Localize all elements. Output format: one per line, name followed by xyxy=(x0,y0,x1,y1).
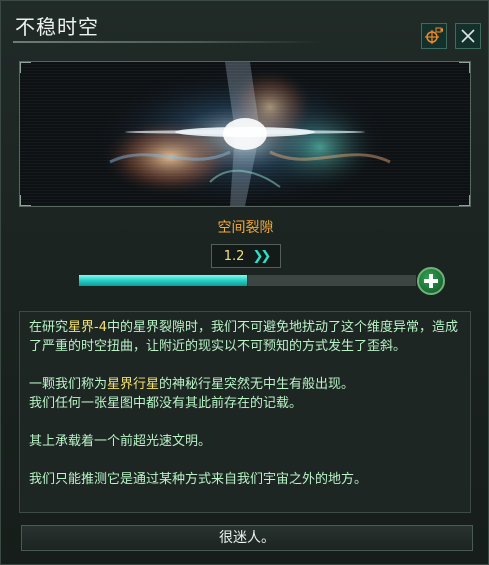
spatial-rift-illustration xyxy=(20,62,470,206)
frame-corner xyxy=(20,195,31,206)
target-camera-icon xyxy=(425,27,443,44)
description-paragraph: 其上承载着一个前超光速文明。 xyxy=(29,434,212,449)
double-chevron-right-icon: ❯❯ xyxy=(252,248,271,264)
level-indicator: 1.2 ❯❯ xyxy=(211,244,281,268)
event-name: 空间裂隙 xyxy=(217,220,274,236)
window-title: 不稳时空 xyxy=(15,15,99,39)
description-paragraph: 一颗我们称为星界行星的神秘行星突然无中生有般出现。 xyxy=(29,375,461,394)
follow-location-button[interactable] xyxy=(421,23,447,49)
description-paragraph: 在研究星界-4中的星界裂隙时，我们不可避免地扰动了这个维度异常，造成了严重的时空… xyxy=(29,318,461,356)
title-underline xyxy=(13,41,323,43)
frame-corner xyxy=(20,62,31,73)
progress-fill xyxy=(79,275,248,286)
description-panel: 在研究星界-4中的星界裂隙时，我们不可避免地扰动了这个维度异常，造成了严重的时空… xyxy=(19,311,471,513)
progress-bar xyxy=(79,275,416,286)
progress-divider xyxy=(247,275,248,286)
event-image xyxy=(19,61,471,207)
frame-corner xyxy=(459,195,470,206)
confirm-button[interactable]: 很迷人。 xyxy=(21,525,473,551)
description-paragraph: 我们只能推测它是通过某种方式来自我们宇宙之外的地方。 xyxy=(29,472,368,487)
event-window: 不稳时空 空间裂隙 1.2 ❯❯ 在研究星界-4中的星界裂隙时，我们不可避免地扰… xyxy=(0,0,489,565)
highlight-text: 星界行星 xyxy=(107,377,160,392)
title-bar: 不稳时空 xyxy=(1,1,489,49)
text: 的神秘行星突然无中生有般出现。 xyxy=(159,377,355,392)
highlight-text: 星界-4 xyxy=(68,320,107,335)
frame-corner xyxy=(459,62,470,73)
text: 在研究 xyxy=(29,320,69,335)
level-value: 1.2 xyxy=(223,248,245,264)
description-paragraph: 我们任何一张星图中都没有其此前存在的记载。 xyxy=(29,396,303,411)
close-button[interactable] xyxy=(455,23,481,49)
text: 一颗我们称为 xyxy=(29,377,108,392)
plus-icon xyxy=(424,274,438,288)
close-icon xyxy=(461,29,475,43)
add-button[interactable] xyxy=(417,267,445,295)
